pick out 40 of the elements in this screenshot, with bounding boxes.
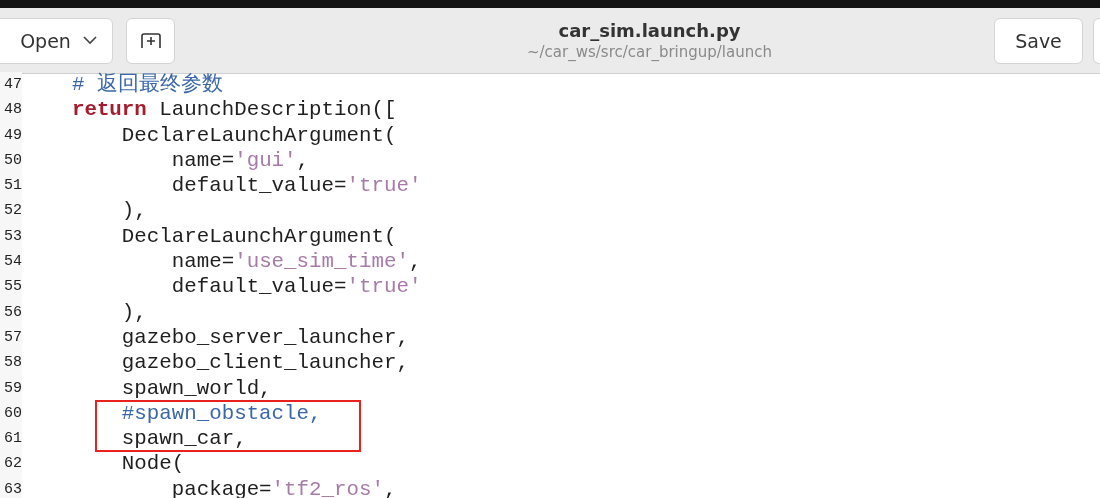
line-number: 56 — [3, 302, 22, 323]
line-number: 58 — [3, 353, 22, 374]
new-tab-button[interactable] — [126, 17, 175, 64]
line-number: 57 — [3, 327, 22, 348]
line-number: 61 — [3, 429, 22, 450]
code-line: spawn_world, — [120, 375, 272, 401]
line-number: 47 — [3, 75, 22, 95]
code-line: return LaunchDescription([ — [70, 97, 397, 123]
code-line: #spawn_obstacle, — [120, 400, 322, 427]
chevron-down-icon — [82, 36, 97, 45]
line-number: 54 — [3, 252, 22, 273]
line-number: 53 — [3, 226, 22, 247]
code-line: ), — [120, 198, 147, 224]
code-line: default_value='true' — [170, 274, 422, 300]
line-number: 63 — [3, 479, 22, 498]
line-number: 60 — [3, 403, 22, 424]
code-line: DeclareLaunchArgument( — [120, 122, 397, 148]
code-line: default_value='true' — [170, 173, 422, 199]
open-button[interactable]: Open — [0, 17, 113, 64]
code-line: name='use_sim_time', — [170, 249, 422, 275]
code-line: gazebo_client_launcher, — [120, 350, 409, 376]
window-title: car_sim.launch.py — [558, 20, 741, 41]
code-line: ), — [120, 299, 147, 325]
code-line: DeclareLaunchArgument( — [120, 223, 397, 250]
line-number: 49 — [3, 125, 22, 146]
code-line: name='gui', — [170, 147, 310, 174]
line-number: 62 — [3, 454, 22, 475]
line-number: 59 — [3, 378, 22, 399]
line-number: 50 — [3, 150, 22, 171]
code-line: Node( — [120, 451, 185, 477]
save-button[interactable]: Save — [994, 17, 1083, 64]
code-line: # 返回最终参数 — [70, 72, 223, 98]
line-number: 52 — [3, 201, 22, 222]
line-number: 51 — [3, 176, 22, 197]
file-path: ~/car_ws/src/car_bringup/launch — [527, 43, 772, 61]
line-number: 48 — [3, 100, 22, 121]
code-line: spawn_car, — [120, 426, 247, 452]
new-tab-icon — [140, 32, 161, 49]
code-line: gazebo_server_launcher, — [120, 324, 409, 351]
line-number: 55 — [3, 277, 22, 298]
